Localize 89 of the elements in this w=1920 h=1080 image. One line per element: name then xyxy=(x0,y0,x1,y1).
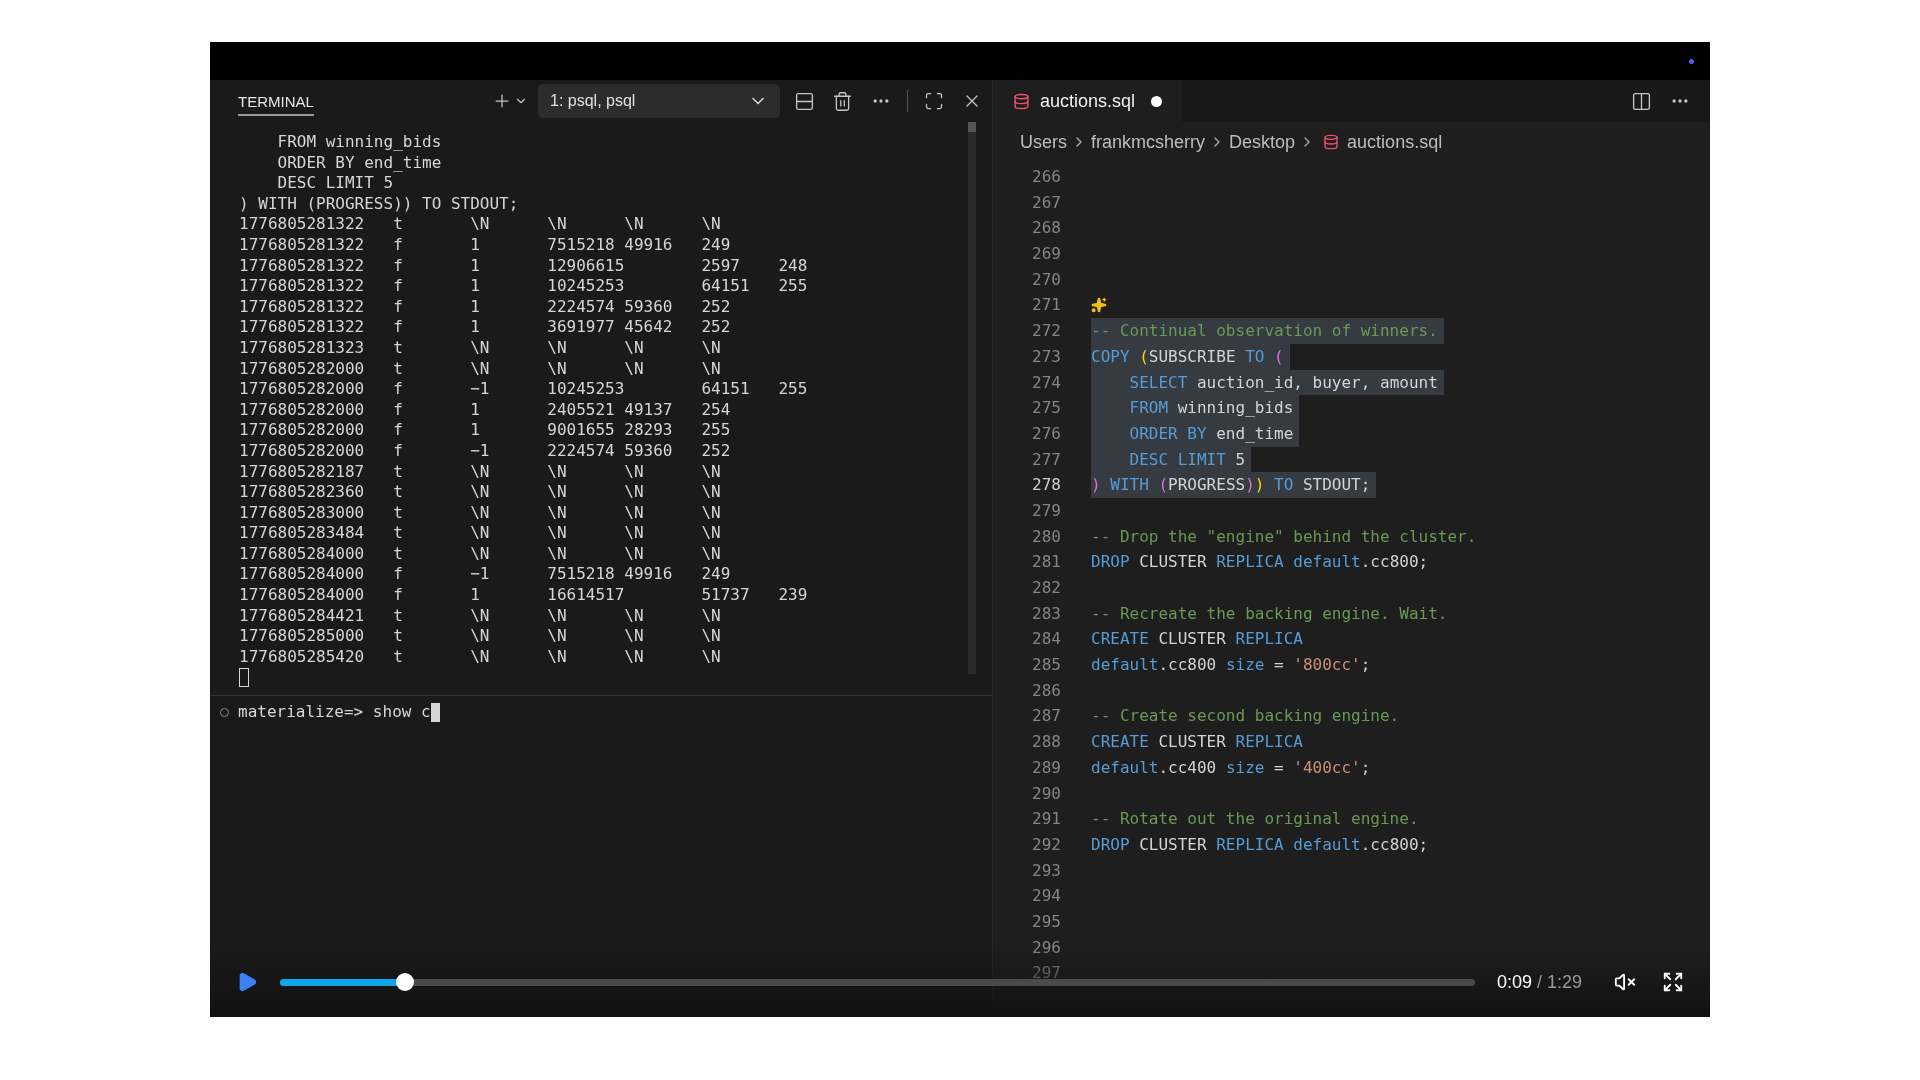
line-number: 268 xyxy=(1031,217,1061,240)
line-number: 290 xyxy=(1031,782,1061,805)
terminal-select[interactable]: 1: psql, psql xyxy=(538,84,780,118)
terminal-line: ) WITH (PROGRESS)) TO STDOUT; xyxy=(239,193,519,215)
line-number: 285 xyxy=(1031,654,1061,677)
total-time: / 1:29 xyxy=(1536,970,1582,994)
elapsed-time: 0:09 xyxy=(1496,970,1532,994)
line-number: 270 xyxy=(1031,268,1061,291)
code-line: -- Drop the "engine" behind the cluster. xyxy=(1091,525,1478,548)
database-icon xyxy=(1013,92,1030,110)
line-number: 274 xyxy=(1031,371,1061,394)
line-number: 292 xyxy=(1031,833,1061,856)
terminal-line: 1776805282187 t \N \N \N \N xyxy=(239,461,721,483)
line-number: 283 xyxy=(1031,602,1061,625)
sparkle-icon[interactable] xyxy=(1091,297,1107,314)
terminal-line: 1776805281322 f 1 2224574 59360 252 xyxy=(239,296,731,318)
mute-icon[interactable] xyxy=(1614,971,1636,993)
terminal-line: 1776805285420 t \N \N \N \N xyxy=(239,646,721,668)
terminal-line: 1776805284000 f −1 7515218 49916 249 xyxy=(239,564,731,586)
line-number: 287 xyxy=(1031,705,1061,728)
line-number: 284 xyxy=(1031,628,1061,651)
line-number: 293 xyxy=(1031,859,1061,882)
terminal-line: 1776805282360 t \N \N \N \N xyxy=(239,482,721,503)
line-number: 272 xyxy=(1031,320,1061,343)
terminal-line: 1776805281322 f 1 12906615 2597 248 xyxy=(239,255,808,277)
line-number: 266 xyxy=(1031,166,1061,188)
terminal-line: 1776805284000 f 1 16614517 51737 239 xyxy=(239,585,808,606)
cursor-icon xyxy=(430,702,440,722)
line-number: 280 xyxy=(1031,525,1061,548)
terminal-line: 1776805282000 f 1 9001655 28293 255 xyxy=(239,420,731,441)
editor-tab[interactable]: auctions.sql xyxy=(993,80,1183,122)
terminal-line: 1776805284421 t \N \N \N \N xyxy=(239,605,721,627)
database-icon xyxy=(1323,134,1340,150)
line-number: 291 xyxy=(1031,808,1061,831)
terminal-line: 1776805283484 t \N \N \N \N xyxy=(239,523,721,544)
line-number: 297 xyxy=(1031,962,1061,985)
line-number: 276 xyxy=(1031,422,1061,445)
line-number: 277 xyxy=(1031,448,1061,471)
line-number: 295 xyxy=(1031,910,1061,933)
cursor-icon xyxy=(239,668,249,688)
line-number: 279 xyxy=(1031,499,1061,522)
code-line: default.cc400 size = '400cc'; xyxy=(1091,756,1372,779)
line-number: 288 xyxy=(1031,731,1061,754)
breadcrumb-item[interactable]: Desktop xyxy=(1229,128,1296,156)
code-line: default.cc800 size = '800cc'; xyxy=(1091,654,1372,677)
line-number: 273 xyxy=(1031,345,1061,368)
breadcrumb-item[interactable]: Users xyxy=(1020,128,1067,156)
line-number: 271 xyxy=(1031,294,1061,317)
terminal-line: DESC LIMIT 5 xyxy=(276,173,394,194)
line-number: 289 xyxy=(1031,756,1061,779)
terminal-prompt: materialize=> show c xyxy=(238,701,431,724)
terminal-line: 1776805284000 t \N \N \N \N xyxy=(239,543,721,565)
fullscreen-icon[interactable] xyxy=(1662,971,1684,993)
terminal-line: 1776805281322 f 1 3691977 45642 252 xyxy=(239,317,731,338)
line-number: 269 xyxy=(1031,243,1061,266)
code-line: CREATE CLUSTER REPLICA xyxy=(1091,628,1304,651)
terminal-line: 1776805281322 f 1 10245253 64151 255 xyxy=(239,276,808,297)
split-panel-icon[interactable] xyxy=(794,90,815,112)
code-line: -- Recreate the backing engine. Wait. xyxy=(1091,602,1449,625)
terminal-line: 1776805282000 t \N \N \N \N xyxy=(239,358,721,380)
code-line: -- Rotate out the original engine. xyxy=(1091,808,1420,831)
terminal-line: 1776805283000 t \N \N \N \N xyxy=(239,502,721,524)
code-line: DROP CLUSTER REPLICA default.cc800; xyxy=(1091,833,1430,856)
terminal-line: 1776805285000 t \N \N \N \N xyxy=(239,626,721,647)
breadcrumb-item[interactable]: frankmcsherry xyxy=(1091,128,1206,156)
line-number: 278 xyxy=(1031,474,1061,497)
terminal-tab[interactable]: TERMINAL xyxy=(238,86,314,116)
line-number: 281 xyxy=(1031,551,1061,574)
terminal-line: 1776805281323 t \N \N \N \N xyxy=(239,337,721,359)
terminal-line: FROM winning_bids xyxy=(276,132,442,153)
line-number: 267 xyxy=(1031,191,1061,214)
maximize-icon[interactable] xyxy=(924,91,944,111)
line-number: 282 xyxy=(1031,577,1061,599)
terminal-line: 1776805281322 f 1 7515218 49916 249 xyxy=(239,234,731,256)
code-line: DROP CLUSTER REPLICA default.cc800; xyxy=(1091,551,1430,574)
terminal-line: ORDER BY end_time xyxy=(276,152,442,174)
line-number: 275 xyxy=(1031,397,1061,420)
split-editor-icon[interactable] xyxy=(1631,90,1652,112)
terminal-line: 1776805282000 f −1 10245253 64151 255 xyxy=(239,379,808,400)
line-number: 286 xyxy=(1031,679,1061,702)
terminal-line: 1776805282000 f 1 2405521 49137 254 xyxy=(239,399,731,421)
line-number: 296 xyxy=(1031,936,1061,959)
trash-icon[interactable] xyxy=(832,90,853,112)
terminal-line: 1776805282000 f −1 2224574 59360 252 xyxy=(239,440,731,462)
line-number: 294 xyxy=(1031,885,1061,908)
terminal-line: 1776805281322 t \N \N \N \N xyxy=(239,214,721,235)
code-line: CREATE CLUSTER REPLICA xyxy=(1091,731,1304,754)
code-line: -- Create second backing engine. xyxy=(1091,705,1401,728)
breadcrumb-item[interactable]: auctions.sql xyxy=(1347,128,1443,156)
